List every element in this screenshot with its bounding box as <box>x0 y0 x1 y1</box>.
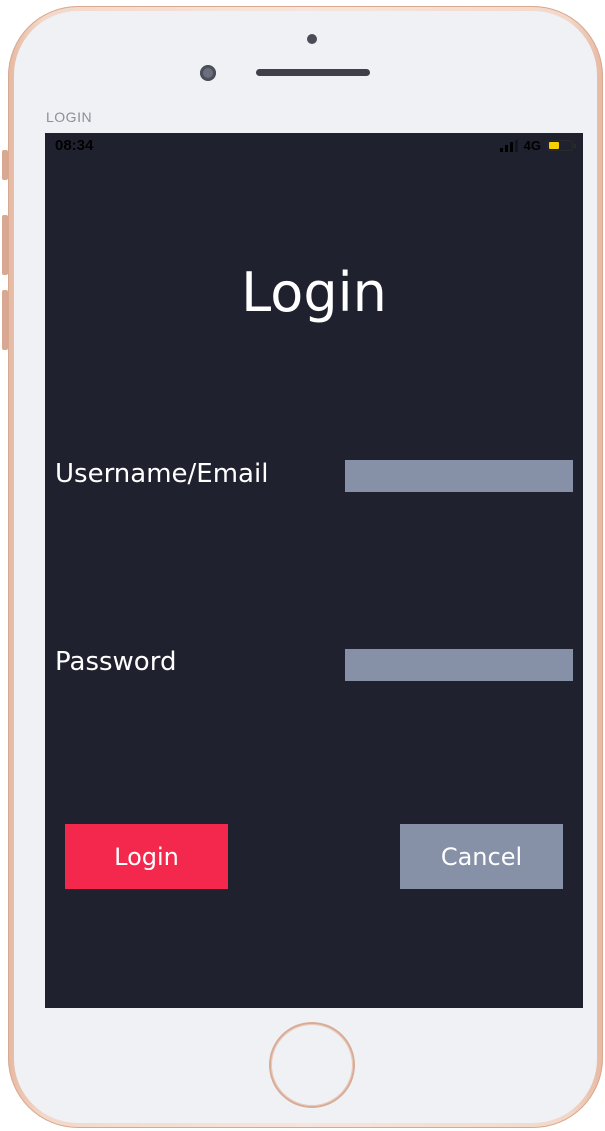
battery-level <box>549 142 559 149</box>
status-indicators: 4G <box>499 138 576 153</box>
login-button[interactable]: Login <box>65 824 228 889</box>
username-input[interactable] <box>345 460 573 492</box>
phone-screen: 08:34 4G Login Username/Email Password L… <box>45 133 583 1008</box>
canvas: LOGIN 08:34 4G Login Username/Email Pass… <box>0 0 605 1131</box>
front-camera-icon <box>200 65 216 81</box>
network-type: 4G <box>523 138 541 153</box>
password-input[interactable] <box>345 649 573 681</box>
status-bar: 08:34 4G <box>45 133 583 159</box>
mute-switch <box>2 150 8 180</box>
battery-icon <box>547 140 576 151</box>
volume-down-button <box>2 290 8 350</box>
signal-bars-icon <box>499 139 518 152</box>
password-label: Password <box>55 647 177 677</box>
earpiece-speaker <box>256 69 370 76</box>
volume-up-button <box>2 215 8 275</box>
screen-caption: LOGIN <box>46 109 93 125</box>
status-time: 08:34 <box>55 137 94 154</box>
home-button[interactable] <box>271 1024 353 1106</box>
cancel-button[interactable]: Cancel <box>400 824 563 889</box>
proximity-sensor-icon <box>307 34 317 44</box>
username-label: Username/Email <box>55 459 269 489</box>
page-title: Login <box>241 261 387 324</box>
